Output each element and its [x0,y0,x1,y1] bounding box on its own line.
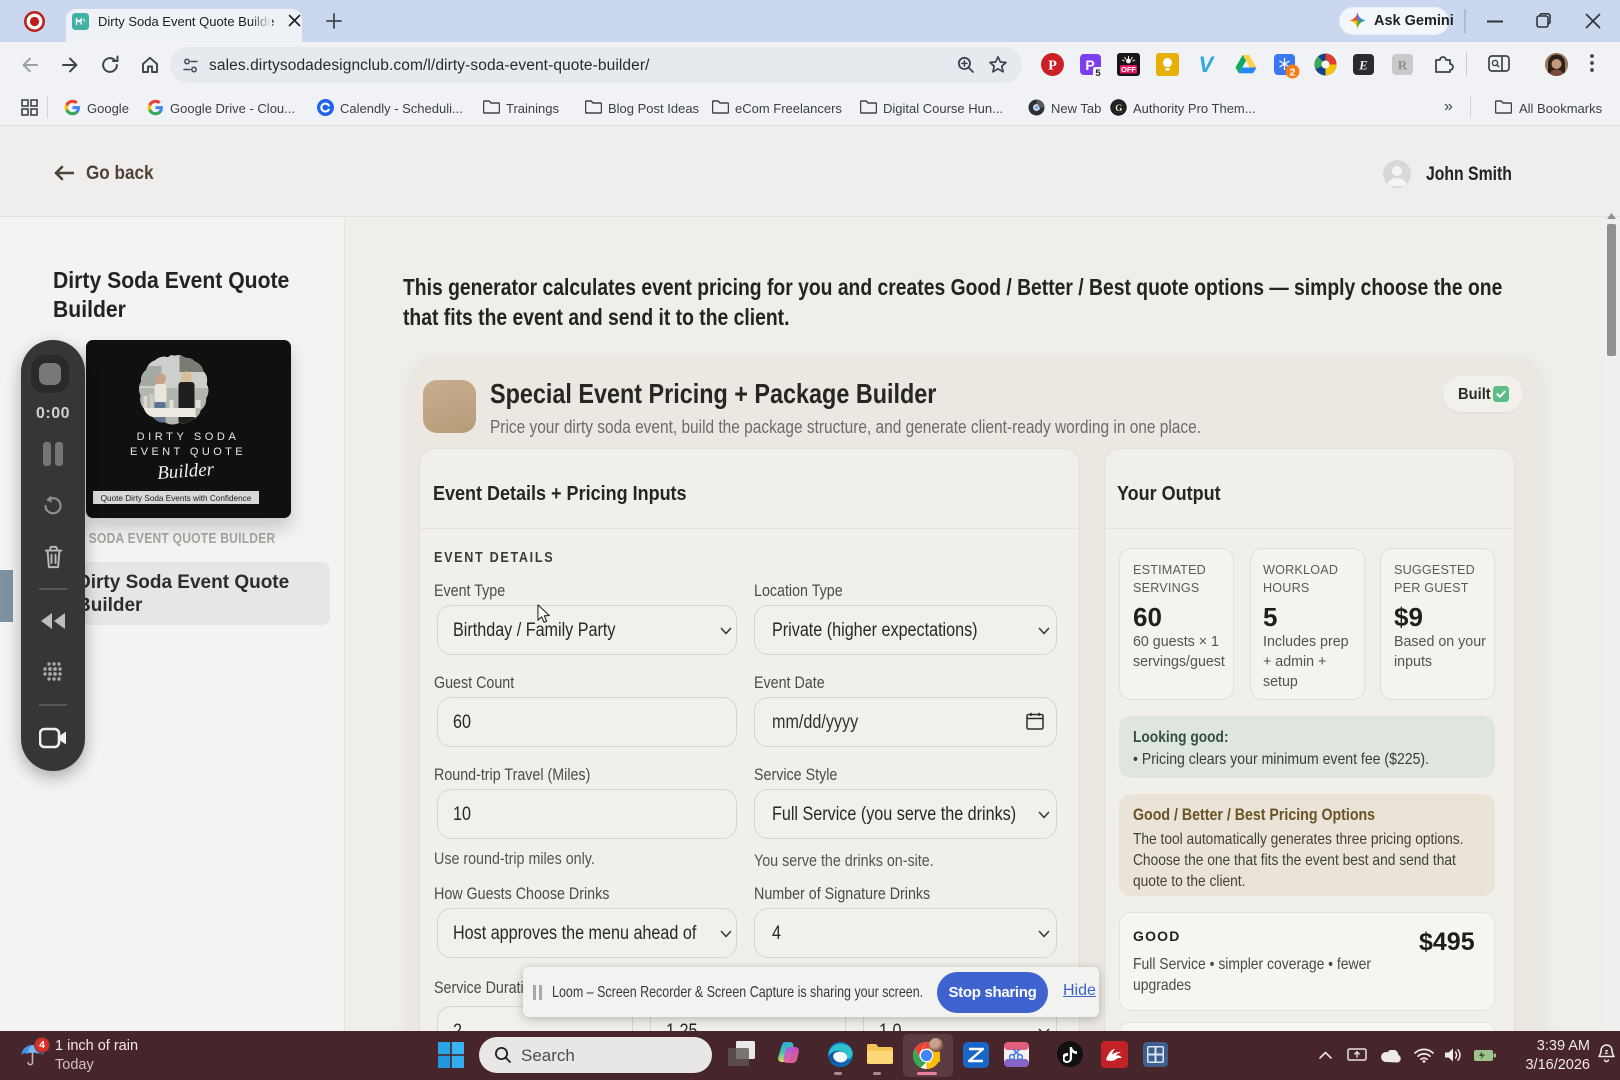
svg-text:5: 5 [1095,68,1101,78]
svg-text:OFF: OFF [1121,65,1136,74]
svg-text:2: 2 [1290,66,1296,78]
svg-text:P: P [1048,59,1057,74]
svg-text:R: R [1398,58,1408,73]
svg-text:V: V [1199,55,1216,75]
svg-text:Builder: Builder [156,459,215,484]
svg-text:Quote Dirty Soda Events with C: Quote Dirty Soda Events with Confidence [101,494,252,503]
svg-text:z: z [1605,1047,1609,1056]
svg-text:DIRTY SODA: DIRTY SODA [137,431,240,443]
svg-text:E: E [1358,58,1368,73]
svg-text:EVENT QUOTE: EVENT QUOTE [130,446,246,458]
svg-text:G: G [1115,103,1122,113]
